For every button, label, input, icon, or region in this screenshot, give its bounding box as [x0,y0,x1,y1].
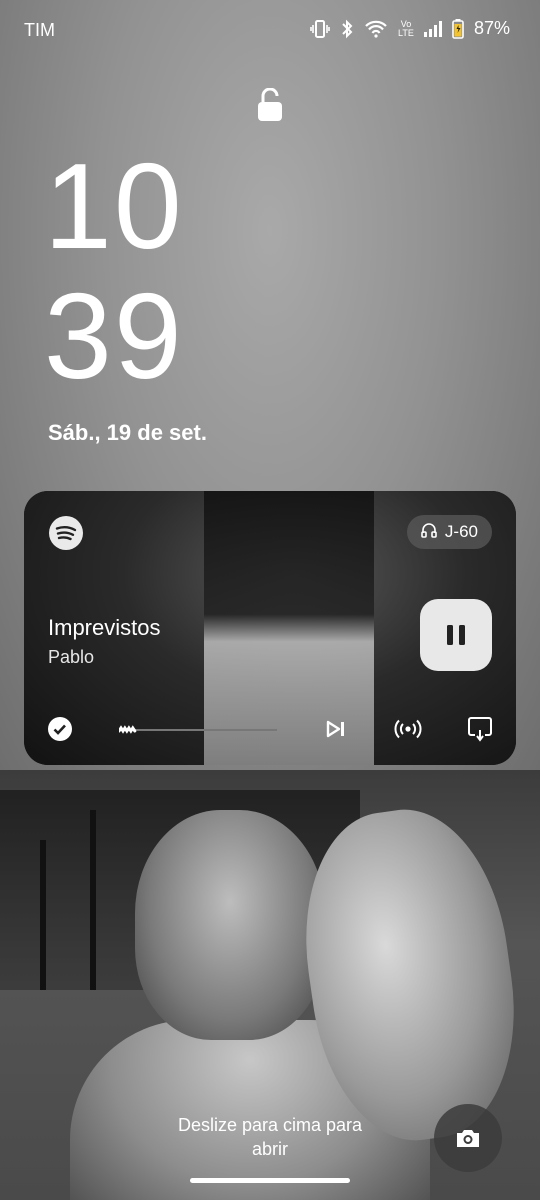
signal-icon [423,20,442,37]
pause-icon [447,625,465,645]
lockscreen-clock: 10 39 [44,142,184,402]
volte-icon: Vo LTE [398,18,414,38]
wallpaper-figure-head [135,810,325,1040]
battery-icon [452,18,464,39]
liked-check-icon[interactable] [46,715,74,743]
connect-devices-icon[interactable] [394,715,422,743]
lockscreen-date: Sáb., 19 de set. [48,420,207,445]
unlocked-padlock-icon[interactable] [257,87,283,122]
media-controls [24,713,516,749]
clock-hour: 10 [44,138,184,274]
wallpaper-palm [40,840,46,990]
camera-icon [457,1130,479,1147]
track-artist: Pablo [48,647,95,667]
battery-percent: 87% [473,18,510,38]
cast-icon[interactable] [466,715,494,743]
status-bar: TIM Vo LTE 87% [0,0,540,60]
camera-shortcut-button[interactable] [434,1104,502,1172]
vibrate-icon [310,19,330,38]
home-indicator[interactable] [190,1178,350,1183]
clock-minute: 39 [44,268,184,404]
media-player-card[interactable]: J-60 Imprevistos Pablo [24,491,516,765]
headphones-icon [421,522,437,543]
seek-bar[interactable] [119,725,277,735]
bluetooth-icon [340,19,354,39]
carrier-name: TIM [24,20,55,40]
track-title: Imprevistos [48,615,161,640]
wallpaper-palm [90,810,96,990]
status-icons: Vo LTE 87% [310,18,510,39]
spotify-icon[interactable] [48,515,84,551]
pause-button[interactable] [420,599,492,671]
output-device-name: J-60 [444,522,478,541]
output-device-chip[interactable]: J-60 [406,515,492,549]
skip-next-icon[interactable] [322,715,350,743]
wifi-icon [364,20,388,38]
